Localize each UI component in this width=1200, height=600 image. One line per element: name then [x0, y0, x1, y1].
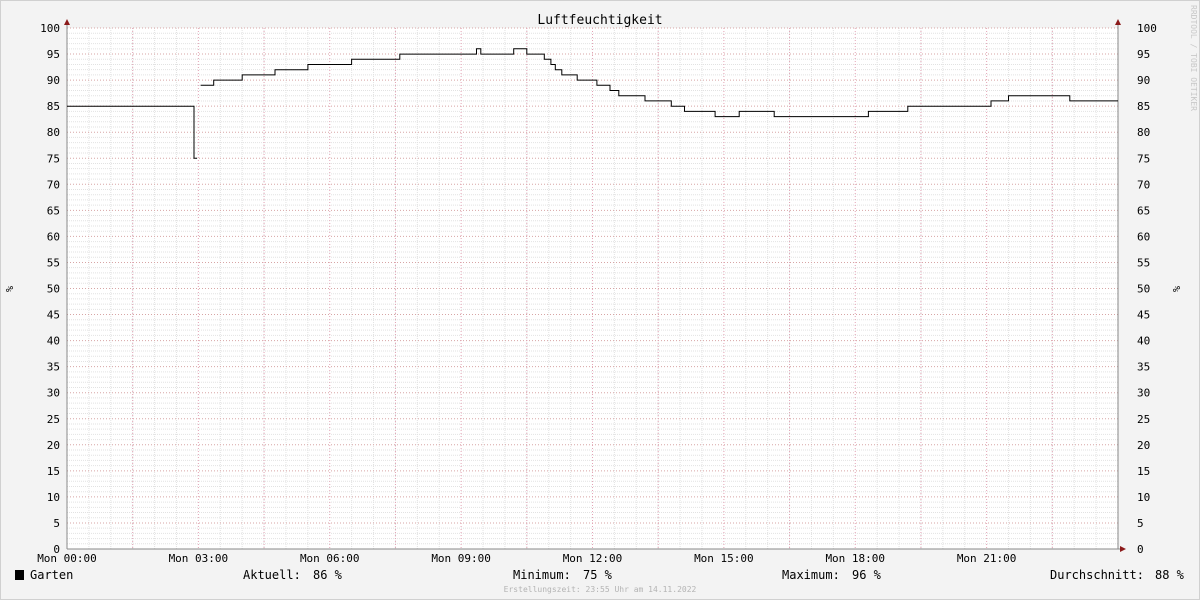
legend-maximum-value: 96 %	[852, 568, 882, 582]
y-tick-label-right: 90	[1137, 74, 1150, 87]
y-tick-label-right: 80	[1137, 126, 1150, 139]
y-tick-label-left: 40	[47, 335, 60, 348]
legend-series-name: Garten	[30, 568, 73, 582]
y-tick-label-right: 55	[1137, 256, 1150, 269]
y-tick-label-right: 50	[1137, 283, 1150, 296]
legend-minimum-value: 75 %	[583, 568, 613, 582]
x-tick-label: Mon 00:00	[37, 552, 97, 565]
y-tick-label-right: 30	[1137, 387, 1150, 400]
y-tick-label-left: 35	[47, 361, 60, 374]
y-tick-label-left: 65	[47, 204, 60, 217]
y-tick-label-right: 65	[1137, 204, 1150, 217]
x-tick-label: Mon 18:00	[825, 552, 885, 565]
x-tick-label: Mon 09:00	[431, 552, 491, 565]
legend-swatch	[15, 570, 24, 580]
y-tick-label-left: 55	[47, 256, 60, 269]
y-tick-label-right: 75	[1137, 152, 1150, 165]
x-tick-label: Mon 15:00	[694, 552, 754, 565]
legend-maximum-label: Maximum:	[782, 568, 840, 582]
y-tick-label-right: 20	[1137, 439, 1150, 452]
y-tick-label-right: 70	[1137, 178, 1150, 191]
y-tick-label-left: 5	[53, 517, 60, 530]
y-tick-label-left: 45	[47, 309, 60, 322]
y-tick-label-left: 10	[47, 491, 60, 504]
x-tick-label: Mon 21:00	[957, 552, 1017, 565]
y-axis-label-right: %	[1172, 286, 1183, 292]
chart-title: Luftfeuchtigkeit	[537, 13, 662, 28]
y-tick-label-right: 100	[1137, 22, 1157, 35]
y-tick-label-left: 70	[47, 178, 60, 191]
legend-durchschnitt-label: Durchschnitt:	[1050, 568, 1144, 582]
y-tick-label-left: 80	[47, 126, 60, 139]
x-tick-label: Mon 06:00	[300, 552, 360, 565]
x-tick-label: Mon 03:00	[169, 552, 229, 565]
y-tick-label-right: 85	[1137, 100, 1150, 113]
y-tick-label-left: 90	[47, 74, 60, 87]
y-axis-label-left: %	[5, 286, 16, 292]
y-tick-label-left: 100	[40, 22, 60, 35]
y-tick-label-left: 15	[47, 465, 60, 478]
y-tick-label-right: 60	[1137, 230, 1150, 243]
legend-minimum-label: Minimum:	[513, 568, 571, 582]
y-tick-label-right: 25	[1137, 413, 1150, 426]
legend-aktuell-value: 86 %	[313, 568, 343, 582]
legend-aktuell-label: Aktuell:	[243, 568, 301, 582]
y-tick-label-left: 75	[47, 152, 60, 165]
y-tick-label-left: 60	[47, 230, 60, 243]
y-tick-label-right: 40	[1137, 335, 1150, 348]
y-tick-label-right: 35	[1137, 361, 1150, 374]
rrdtool-watermark: RRDTOOL / TOBI OETIKER	[1189, 5, 1198, 111]
y-tick-label-right: 15	[1137, 465, 1150, 478]
y-tick-label-right: 5	[1137, 517, 1144, 530]
y-tick-label-right: 10	[1137, 491, 1150, 504]
y-tick-label-right: 0	[1137, 543, 1144, 556]
creation-timestamp: Erstellungszeit: 23:55 Uhr am 14.11.2022	[504, 585, 697, 594]
y-tick-label-left: 50	[47, 283, 60, 296]
y-tick-label-left: 25	[47, 413, 60, 426]
y-tick-label-left: 85	[47, 100, 60, 113]
x-tick-label: Mon 12:00	[563, 552, 623, 565]
y-tick-label-right: 45	[1137, 309, 1150, 322]
legend-durchschnitt-value: 88 %	[1155, 568, 1185, 582]
y-tick-label-right: 95	[1137, 48, 1150, 61]
y-tick-label-left: 95	[47, 48, 60, 61]
y-tick-label-left: 30	[47, 387, 60, 400]
y-tick-label-left: 20	[47, 439, 60, 452]
humidity-chart: 0 5 10 15 20 25 30 35 40 45 50 55 60 65 70 75 80 85 90 95 10…	[0, 0, 1200, 600]
